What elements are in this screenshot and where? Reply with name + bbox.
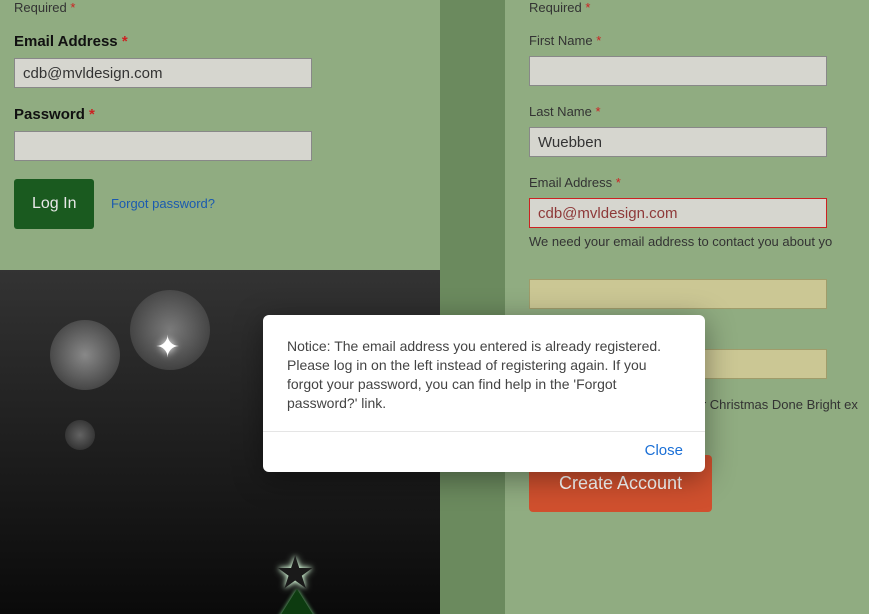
last-name-input[interactable] — [529, 127, 827, 157]
register-email-group: Email Address * We need your email addre… — [529, 175, 869, 249]
login-required-note: Required * — [14, 0, 426, 15]
asterisk-icon: * — [596, 104, 601, 119]
register-required-text: Required — [529, 0, 582, 15]
first-name-group: First Name * — [529, 33, 869, 86]
asterisk-icon: * — [70, 0, 75, 15]
login-email-input[interactable] — [14, 58, 312, 88]
asterisk-icon: * — [616, 175, 621, 190]
register-email-label: Email Address * — [529, 175, 869, 190]
forgot-password-link[interactable]: Forgot password? — [111, 196, 215, 211]
asterisk-icon: * — [122, 33, 128, 50]
notice-modal-close-button[interactable]: Close — [645, 442, 683, 459]
login-required-text: Required — [14, 0, 67, 15]
bokeh-orb-icon — [65, 420, 95, 450]
notice-modal-footer: Close — [263, 431, 705, 472]
last-name-group: Last Name * — [529, 104, 869, 157]
register-email-input[interactable] — [529, 198, 827, 228]
notice-modal-message: Notice: The email address you entered is… — [263, 315, 705, 431]
login-password-group: Password * — [14, 106, 426, 161]
asterisk-icon: * — [585, 0, 590, 15]
notice-modal: Notice: The email address you entered is… — [263, 315, 705, 472]
register-required-note: Required * — [529, 0, 869, 15]
login-email-label: Email Address * — [14, 33, 426, 50]
register-panel: Required * First Name * Last Name * Emai… — [505, 0, 869, 614]
login-password-label: Password * — [14, 106, 426, 123]
extra-field-1-input[interactable] — [529, 279, 827, 309]
register-email-helper: We need your email address to contact yo… — [529, 234, 869, 249]
login-button[interactable]: Log In — [14, 179, 94, 229]
login-actions: Log In Forgot password? — [14, 179, 426, 229]
bokeh-orb-icon — [50, 320, 120, 390]
last-name-label: Last Name * — [529, 104, 869, 119]
extra-field-1-group — [529, 279, 869, 309]
login-password-input[interactable] — [14, 131, 312, 161]
login-email-group: Email Address * — [14, 33, 426, 88]
sparkle-icon: ✦ — [155, 330, 180, 365]
star-icon: ★ — [275, 546, 315, 599]
login-panel: Required * Email Address * Password * Lo… — [0, 0, 440, 270]
first-name-label: First Name * — [529, 33, 869, 48]
asterisk-icon: * — [596, 33, 601, 48]
asterisk-icon: * — [89, 106, 95, 123]
first-name-input[interactable] — [529, 56, 827, 86]
